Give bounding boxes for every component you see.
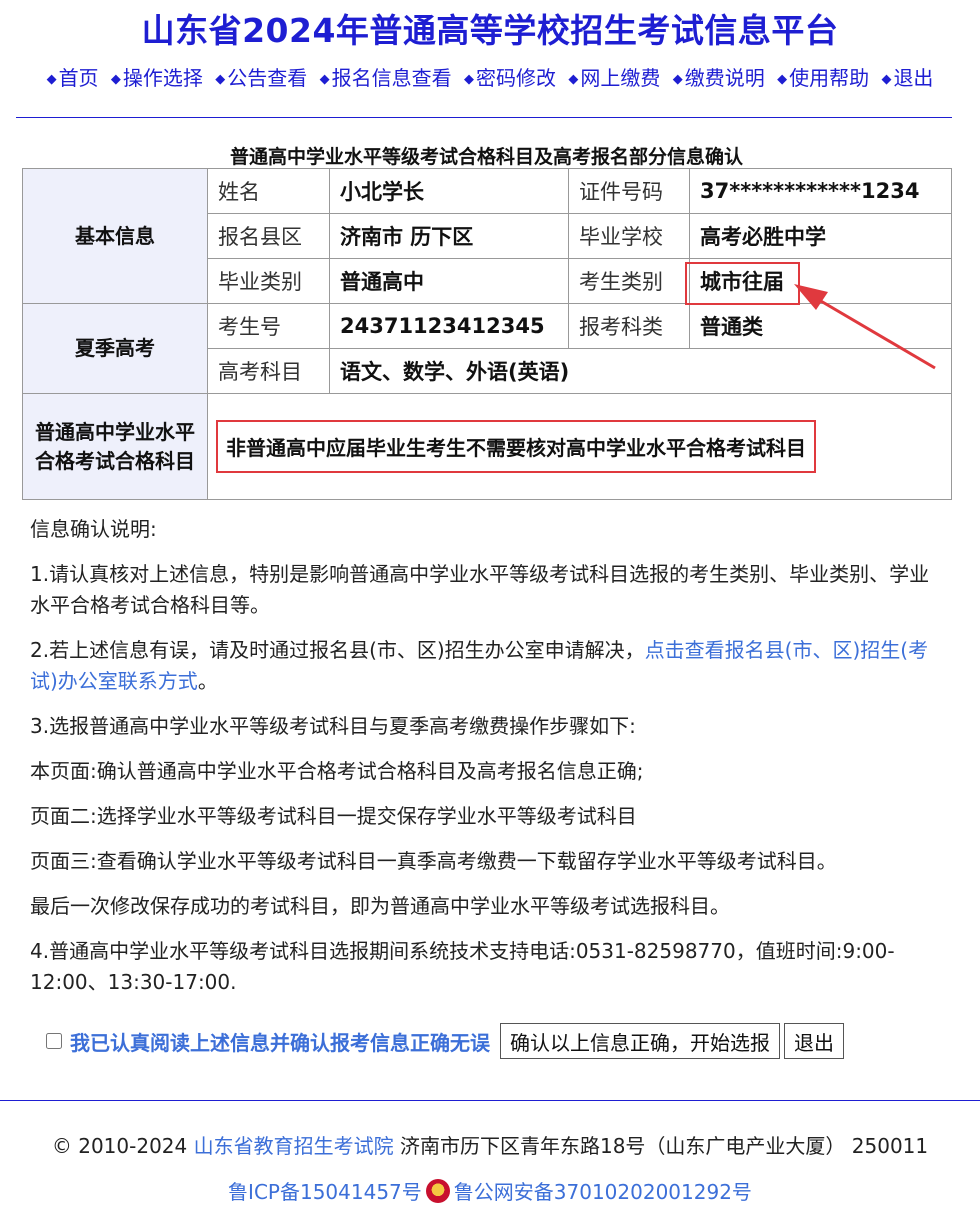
diamond-icon: ◆ <box>319 72 330 87</box>
name-value: 小北学长 <box>329 168 569 214</box>
id-value: 37************1234 <box>689 168 952 214</box>
name-label: 姓名 <box>207 168 330 214</box>
subjects-label: 高考科目 <box>207 348 330 394</box>
confirm-row: 我已认真阅读上述信息并确认报考信息正确无误 确认以上信息正确，开始选报 退出 <box>46 1023 844 1059</box>
explain-p1: 1.请认真核对上述信息，特别是影响普通高中学业水平等级考试科目选报的考生类别、毕… <box>30 562 930 617</box>
examno-value: 24371123412345 <box>329 303 569 349</box>
confirm-checkbox[interactable] <box>46 1033 62 1049</box>
org-link[interactable]: 山东省教育招生考试院 <box>194 1134 394 1158</box>
exit-button[interactable]: 退出 <box>784 1023 844 1059</box>
header-divider <box>16 117 952 118</box>
explain-step4: 最后一次修改保存成功的考试科目，即为普通高中学业水平等级考试选报科目。 <box>30 894 730 918</box>
footer-copyright: © 2010-2024 山东省教育招生考试院 济南市历下区青年东路18号（山东广… <box>51 1134 929 1158</box>
explain-step2: 页面二:选择学业水平等级考试科目一提交保存学业水平等级考试科目 <box>30 804 637 828</box>
explain-step3: 页面三:查看确认学业水平等级考试科目一真季高考缴费一下载留存学业水平等级考试科目… <box>30 849 837 873</box>
explain-step1: 本页面:确认普通高中学业水平合格考试合格科目及高考报名信息正确; <box>30 759 644 783</box>
diamond-icon: ◆ <box>568 72 579 87</box>
page-title: 山东省2024年普通高等学校招生考试信息平台 <box>141 11 839 50</box>
group-summer: 夏季高考 <box>22 303 208 394</box>
nav-announcements[interactable]: ◆ 公告查看 <box>215 66 307 90</box>
county-label: 报名县区 <box>207 213 330 259</box>
gradtype-value: 普通高中 <box>329 258 569 304</box>
diamond-icon: ◆ <box>46 72 57 87</box>
examno-label: 考生号 <box>207 303 330 349</box>
diamond-icon: ◆ <box>672 72 683 87</box>
id-label: 证件号码 <box>568 168 690 214</box>
explain-p2: 2.若上述信息有误，请及时通过报名县(市、区)招生办公室申请解决，点击查看报名县… <box>30 638 929 693</box>
nav-payment[interactable]: ◆ 网上缴费 <box>568 66 660 90</box>
qualified-cell: 非普通高中应届毕业生考生不需要核对高中学业水平合格考试科目 <box>207 393 952 500</box>
footer-records: 鲁ICP备15041457号 鲁公网安备37010202001292号 <box>0 1176 980 1205</box>
county-value: 济南市 历下区 <box>329 213 569 259</box>
nav-registration-info[interactable]: ◆ 报名信息查看 <box>320 66 452 90</box>
diamond-icon: ◆ <box>215 72 226 87</box>
group-basic: 基本信息 <box>22 168 208 304</box>
annotation-arrow-icon <box>794 284 936 370</box>
explanation: 信息确认说明: 1.请认真核对上述信息，特别是影响普通高中学业水平等级考试科目选… <box>30 514 935 1012</box>
gradtype-label: 毕业类别 <box>207 258 330 304</box>
diamond-icon: ◆ <box>110 72 121 87</box>
school-value: 高考必胜中学 <box>689 213 952 259</box>
nav-help[interactable]: ◆ 使用帮助 <box>777 66 869 90</box>
nav-payment-help[interactable]: ◆ 缴费说明 <box>673 66 765 90</box>
explain-heading: 信息确认说明: <box>30 517 157 541</box>
nav-operation[interactable]: ◆ 操作选择 <box>111 66 203 90</box>
school-label: 毕业学校 <box>568 213 690 259</box>
diamond-icon: ◆ <box>464 72 474 87</box>
category-label: 报考科类 <box>568 303 690 349</box>
explain-p4: 4.普通高中学业水平等级考试科目选报期间系统技术支持电话:0531-825987… <box>30 939 895 994</box>
start-selection-button[interactable]: 确认以上信息正确，开始选报 <box>500 1023 780 1059</box>
qualified-notice: 非普通高中应届毕业生考生不需要核对高中学业水平合格考试科目 <box>216 420 816 473</box>
nav-home[interactable]: ◆ 首页 <box>47 66 99 90</box>
diamond-icon: ◆ <box>881 72 892 87</box>
explain-p3: 3.选报普通高中学业水平等级考试科目与夏季高考缴费操作步骤如下: <box>30 714 636 738</box>
section-title: 普通高中学业水平等级考试合格科目及高考报名部分信息确认 <box>229 146 743 168</box>
diamond-icon: ◆ <box>777 72 788 87</box>
police-badge-icon <box>425 1179 450 1203</box>
police-link[interactable]: 鲁公网安备37010202001292号 <box>454 1180 752 1204</box>
group-qualified: 普通高中学业水平合格考试合格科目 <box>22 393 208 500</box>
examtype-label: 考生类别 <box>568 258 690 304</box>
nav-logout[interactable]: ◆ 退出 <box>881 66 933 90</box>
footer-divider <box>0 1100 980 1101</box>
icp-link[interactable]: 鲁ICP备15041457号 <box>228 1180 422 1204</box>
nav-password[interactable]: ◆ 密码修改 <box>464 66 556 90</box>
confirm-checkbox-label[interactable]: 我已认真阅读上述信息并确认报考信息正确无误 <box>70 1027 490 1056</box>
top-nav: ◆ 首页 ◆ 操作选择 ◆ 公告查看 ◆ 报名信息查看 ◆ 密码修改 ◆ 网上缴费 ◆ 缴费说… <box>0 62 980 91</box>
